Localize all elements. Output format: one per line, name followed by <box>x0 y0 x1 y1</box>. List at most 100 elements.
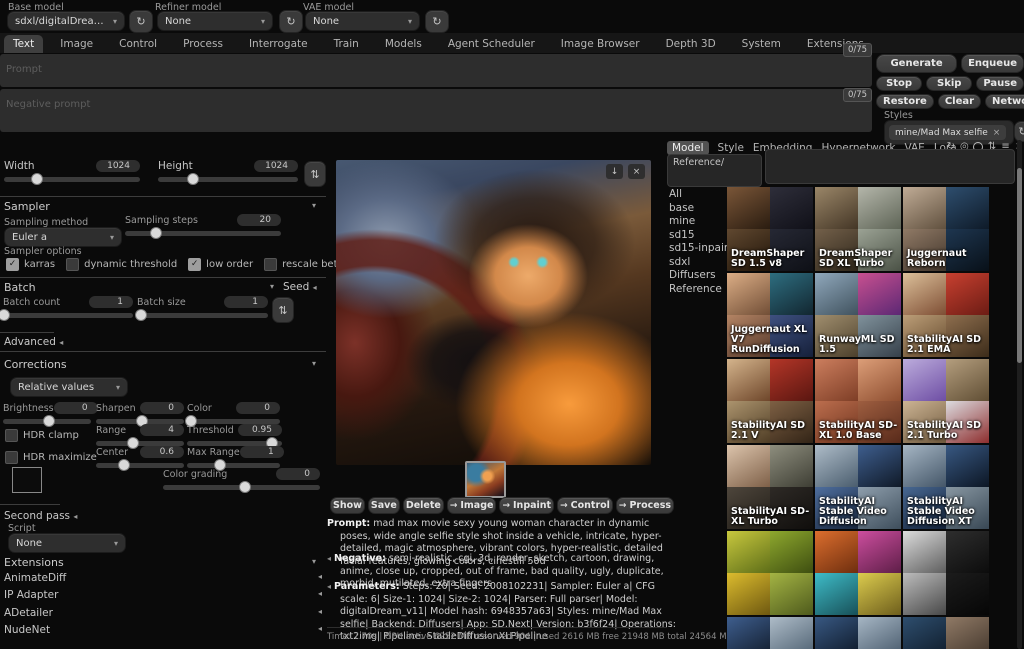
model-card-stabilityai-sd-2-1-v[interactable]: StabilityAI SD 2.1 V <box>727 359 813 443</box>
center-slider-handle[interactable] <box>118 459 130 471</box>
folder-all[interactable]: All <box>669 189 735 200</box>
refiner-model-select[interactable]: None ▾ <box>157 11 273 31</box>
model-card-juggernaut-xl-v7-rundiffusion[interactable]: Juggernaut XL V7 RunDiffusion <box>727 273 813 357</box>
threshold-value[interactable]: 0.95 <box>238 424 282 436</box>
checkbox-karras[interactable]: ✓karras <box>6 258 55 271</box>
model-card-13[interactable] <box>815 531 901 615</box>
color-picker-swatch[interactable] <box>12 467 42 493</box>
result-button-inpaint[interactable]: →Inpaint <box>499 497 554 514</box>
extension-animatediff[interactable]: AnimateDiff◂ <box>4 572 322 584</box>
refiner-model-refresh-button[interactable]: ↻ <box>279 10 303 33</box>
checkbox-low-order[interactable]: ✓low order <box>188 258 253 271</box>
collapse-down-icon[interactable]: ▾ <box>312 359 316 368</box>
tab-interrogate[interactable]: Interrogate <box>240 35 317 53</box>
gallery-thumbnail[interactable] <box>465 461 506 498</box>
close-icon[interactable]: × <box>993 128 1001 138</box>
checkbox-dynamic-threshold[interactable]: dynamic threshold <box>66 258 177 271</box>
sampling-method-select[interactable]: Euler a ▾ <box>4 227 122 247</box>
width-slider[interactable] <box>4 177 140 182</box>
center-value[interactable]: 0.6 <box>140 446 184 458</box>
color-grading-value[interactable]: 0 <box>276 468 320 480</box>
style-token[interactable]: mine/Mad Max selfie × <box>889 125 1006 140</box>
folder-base[interactable]: base <box>669 203 735 214</box>
styles-refresh-button[interactable]: ↻ <box>1014 121 1024 142</box>
color-grading-slider[interactable] <box>163 485 320 490</box>
brightness-slider[interactable] <box>3 419 91 424</box>
stop-button[interactable]: Stop <box>876 76 922 91</box>
extension-ip-adapter[interactable]: IP Adapter◂ <box>4 589 322 601</box>
generated-image[interactable] <box>336 160 651 465</box>
base-model-refresh-button[interactable]: ↻ <box>129 10 153 33</box>
tab-image[interactable]: Image <box>51 35 102 53</box>
pause-button[interactable]: Pause <box>976 76 1024 91</box>
swap-dimensions-button[interactable]: ⇅ <box>304 161 326 187</box>
tab-text[interactable]: Text <box>4 35 43 53</box>
folder-mine[interactable]: mine <box>669 216 735 227</box>
model-card-stabilityai-stable-video-diffusion-xt[interactable]: StabilityAI Stable Video Diffusion XT <box>903 445 989 529</box>
color-grading-slider-handle[interactable] <box>239 481 251 493</box>
networks-button[interactable]: Networks <box>985 94 1024 109</box>
model-card-16[interactable] <box>815 617 901 649</box>
model-card-juggernaut-reborn[interactable]: Juggernaut Reborn <box>903 187 989 271</box>
result-button-save[interactable]: Save <box>368 497 400 514</box>
extension-nudenet[interactable]: NudeNet◂ <box>4 624 322 636</box>
swap-batch-button[interactable]: ⇅ <box>272 297 294 323</box>
height-value[interactable]: 1024 <box>254 160 298 172</box>
batch-count-slider-handle[interactable] <box>0 309 10 321</box>
negative-prompt-input[interactable]: Negative prompt <box>0 89 872 132</box>
model-card-14[interactable] <box>903 531 989 615</box>
prompt-input[interactable]: Prompt <box>0 54 872 87</box>
color-value[interactable]: 0 <box>236 402 280 414</box>
tab-models[interactable]: Models <box>376 35 431 53</box>
collapse-down-icon[interactable]: ▾ <box>270 282 274 291</box>
networks-search-input[interactable]: Reference/ <box>667 154 762 187</box>
extension-adetailer[interactable]: ADetailer◂ <box>4 607 322 619</box>
tab-depth-3d[interactable]: Depth 3D <box>657 35 725 53</box>
model-card-stabilityai-sd-2-1-ema[interactable]: StabilityAI SD 2.1 EMA <box>903 273 989 357</box>
width-slider-handle[interactable] <box>31 173 43 185</box>
image-download-button[interactable]: ↓ <box>606 164 623 179</box>
networks-tab-style[interactable]: Style <box>718 142 744 154</box>
hdr-clamp-checkbox[interactable]: HDR clamp <box>5 429 79 442</box>
sampling-steps-slider[interactable] <box>125 231 281 236</box>
checkbox-rescale-beta[interactable]: rescale beta <box>264 258 344 271</box>
generate-button[interactable]: Generate <box>876 54 957 73</box>
corrections-section-header[interactable]: Corrections <box>4 358 67 371</box>
brightness-slider-handle[interactable] <box>43 415 55 427</box>
folder-sdxl[interactable]: sdxl <box>669 257 735 268</box>
height-slider-handle[interactable] <box>187 173 199 185</box>
height-slider[interactable] <box>158 177 298 182</box>
model-card-dreamshaper-sd-1-5-v8[interactable]: DreamShaper SD 1.5 v8 <box>727 187 813 271</box>
clear-button[interactable]: Clear <box>938 94 981 109</box>
networks-tab-model[interactable]: Model <box>667 141 709 155</box>
folder-diffusers[interactable]: Diffusers <box>669 270 735 281</box>
result-button-control[interactable]: →Control <box>557 497 613 514</box>
batch-size-slider[interactable] <box>137 313 268 318</box>
advanced-section-toggle[interactable]: Advanced ◂ <box>4 336 63 348</box>
range-value[interactable]: 4 <box>140 424 184 436</box>
folder-sd15-inpaint[interactable]: sd15-inpaint <box>669 243 735 254</box>
sampling-steps-value[interactable]: 20 <box>237 214 281 226</box>
image-close-button[interactable]: × <box>628 164 645 179</box>
networks-scrollbar-handle[interactable] <box>1017 168 1022 363</box>
base-model-select[interactable]: sdxl/digitalDream_v11 [6948 ▾ <box>7 11 125 31</box>
collapse-left-icon[interactable]: ◂ <box>327 582 331 591</box>
hdr-maximize-checkbox[interactable]: HDR maximize <box>5 451 97 464</box>
networks-scrollbar[interactable] <box>1017 140 1022 649</box>
corrections-mode-select[interactable]: Relative values ▾ <box>10 377 128 397</box>
width-value[interactable]: 1024 <box>96 160 140 172</box>
collapse-left-icon[interactable]: ◂ <box>327 554 331 563</box>
batch-size-value[interactable]: 1 <box>224 296 268 308</box>
second-pass-section-toggle[interactable]: Second pass ◂ <box>4 510 77 522</box>
model-card-stabilityai-sd-xl-1-0-base[interactable]: StabilityAI SD-XL 1.0 Base <box>815 359 901 443</box>
model-card-stabilityai-sd-2-1-turbo[interactable]: StabilityAI SD 2.1 Turbo <box>903 359 989 443</box>
sampling-steps-slider-handle[interactable] <box>150 227 162 239</box>
brightness-value[interactable]: 0 <box>54 402 98 414</box>
model-card-stabilityai-stable-video-diffusion[interactable]: StabilityAI Stable Video Diffusion <box>815 445 901 529</box>
vae-model-refresh-button[interactable]: ↻ <box>425 10 449 33</box>
folder-reference[interactable]: Reference <box>669 284 735 295</box>
batch-count-value[interactable]: 1 <box>89 296 133 308</box>
restore-button[interactable]: Restore <box>876 94 934 109</box>
sharpen-value[interactable]: 0 <box>140 402 184 414</box>
tab-system[interactable]: System <box>733 35 790 53</box>
